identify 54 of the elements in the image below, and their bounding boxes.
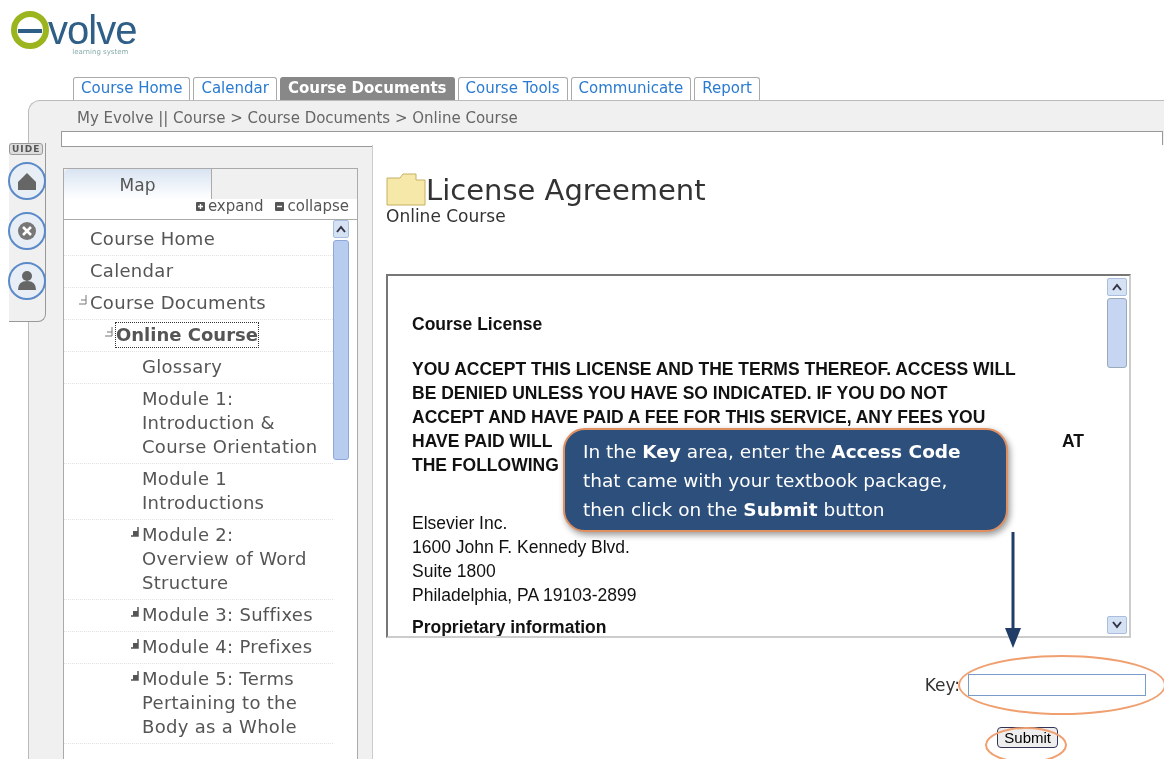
scroll-thumb[interactable] xyxy=(333,240,349,460)
tree-item[interactable]: Calendar xyxy=(90,259,174,283)
folder-icon xyxy=(386,172,426,206)
address-line: Elsevier Inc. xyxy=(412,512,508,535)
tree-item[interactable]: Module 4: Prefixes xyxy=(142,635,318,659)
callout-bubble: In the Key area, enter the Access Code that came with your textbook package, then click on the Submit button xyxy=(563,428,1008,532)
tree-item[interactable]: Module 2: Overview of Word Structure xyxy=(142,523,318,595)
tree-item[interactable]: Glossary xyxy=(142,355,318,379)
tree-item[interactable]: Module 1 Introductions xyxy=(142,467,318,515)
logo-e-icon xyxy=(10,10,50,50)
submit-button[interactable]: Submit xyxy=(997,727,1058,748)
address-field[interactable] xyxy=(61,131,1163,147)
nav-tab[interactable]: Communicate xyxy=(570,77,692,100)
license-text: BE DENIED UNLESS YOU HAVE SO INDICATED. IF YOU DO NOT xyxy=(412,382,948,405)
person-icon[interactable] xyxy=(7,261,47,301)
tree-item[interactable]: Module 1: Introduction & Course Orientation xyxy=(142,387,318,459)
scroll-up-icon xyxy=(335,225,347,233)
license-text: ACCEPT AND HAVE PAID A FEE FOR THIS SERVICE, ANY FEES YOU xyxy=(412,406,986,429)
collapse-link[interactable]: collapse xyxy=(275,197,349,215)
close-icon[interactable] xyxy=(7,211,47,251)
tree-item[interactable]: Course Documents xyxy=(90,291,266,315)
expand-link[interactable]: expand xyxy=(195,197,264,215)
guide-tab[interactable]: UIDE xyxy=(9,143,44,155)
address-line: 1600 John F. Kennedy Blvd. xyxy=(412,536,630,559)
tree-item[interactable]: Course Home xyxy=(90,227,216,251)
scroll-down-icon xyxy=(1111,621,1123,629)
minus-icon xyxy=(275,201,285,211)
scrollbar[interactable] xyxy=(1105,276,1129,636)
scroll-thumb[interactable] xyxy=(1107,298,1127,368)
address-line: Philadelphia, PA 19103-2899 xyxy=(412,584,637,607)
tree-item[interactable]: Module 5: Terms Pertaining to the Body as a Whole xyxy=(142,667,318,739)
map-tab[interactable]: Map xyxy=(64,169,212,199)
plus-icon xyxy=(195,201,205,211)
nav-tab[interactable]: Course Tools xyxy=(457,77,568,100)
home-icon[interactable] xyxy=(7,161,47,201)
tree-item[interactable]: Online Course xyxy=(116,323,258,347)
key-label: Key: xyxy=(924,675,960,695)
address-line: Suite 1800 xyxy=(412,560,496,583)
license-text: THE FOLLOWING xyxy=(412,454,559,477)
license-text: HAVE PAID WILL xyxy=(412,430,553,453)
key-field[interactable] xyxy=(968,674,1146,696)
page-title: License Agreement xyxy=(426,174,706,206)
section-heading: Proprietary information xyxy=(412,617,608,636)
license-text: YOU ACCEPT THIS LICENSE AND THE TERMS THEREOF. ACCESS WILL xyxy=(412,358,1016,381)
scroll-up-icon xyxy=(1111,283,1123,291)
page-subtitle: Online Course xyxy=(386,206,507,226)
license-heading: Course License xyxy=(412,314,544,335)
tree-item[interactable]: Module 3: Suffixes xyxy=(142,603,318,627)
license-text: AT xyxy=(1061,430,1084,453)
nav-tab[interactable]: Calendar xyxy=(193,77,277,100)
nav-tab[interactable]: Report xyxy=(694,77,760,100)
breadcrumb: My Evolve || Course > Course Documents > Online Course xyxy=(76,108,519,129)
nav-tab[interactable]: Course Home xyxy=(73,77,191,100)
nav-tab[interactable]: Course Documents xyxy=(279,77,455,100)
